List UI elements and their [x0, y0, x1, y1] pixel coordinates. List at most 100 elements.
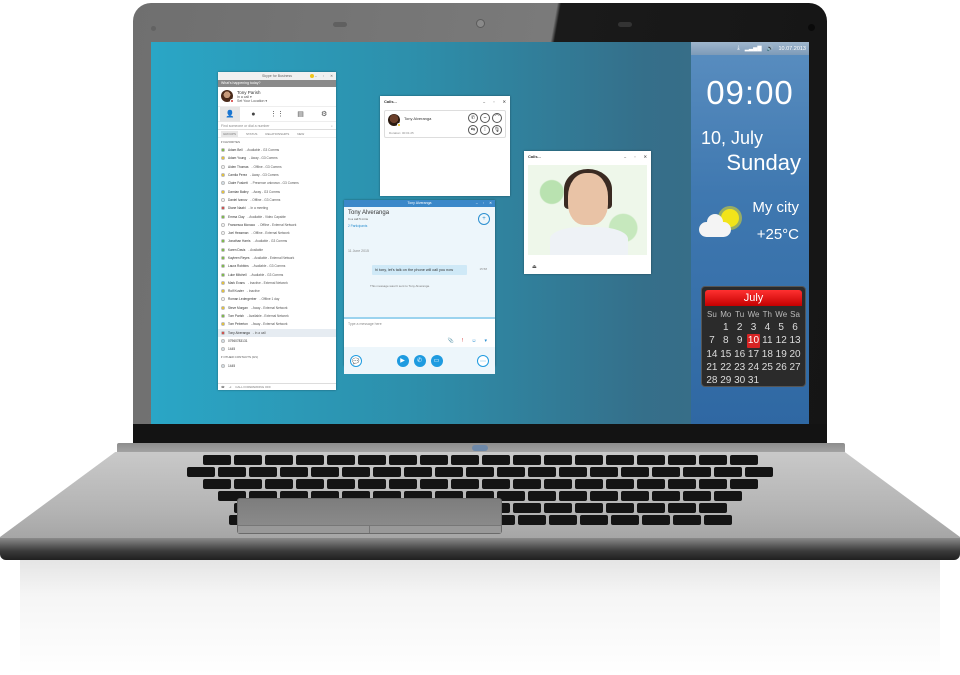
- keyboard-key[interactable]: [714, 467, 742, 477]
- calendar-day[interactable]: 19: [774, 348, 788, 361]
- conversations-tab-icon[interactable]: ●: [243, 111, 263, 118]
- calendar-day[interactable]: 30: [733, 374, 747, 387]
- keyboard-key[interactable]: [652, 491, 680, 501]
- keyboard-key[interactable]: [249, 467, 277, 477]
- emoticon-icon[interactable]: ☺: [471, 338, 476, 344]
- skype-main-window[interactable]: Skype for Business – ▫ ✕ What's happenin…: [218, 72, 336, 390]
- calendar-day[interactable]: 18: [760, 348, 774, 361]
- calendar-day-today[interactable]: 10: [746, 334, 761, 348]
- calendar-day[interactable]: 4: [760, 321, 774, 334]
- touchpad-right-button[interactable]: [369, 525, 501, 533]
- calendar-day[interactable]: 27: [788, 361, 802, 374]
- message-input[interactable]: Type a message here 📎 ! ☺ ▾: [344, 317, 495, 347]
- calendar-day[interactable]: 17: [747, 348, 761, 361]
- list-item[interactable]: Kayleen Reyes - Available - External Netw…: [218, 254, 336, 262]
- list-item[interactable]: Tony Alveranga - In a call: [218, 328, 336, 337]
- format-icon[interactable]: ▾: [484, 338, 487, 344]
- keyboard-key[interactable]: [714, 491, 742, 501]
- calendar-day[interactable]: 5: [774, 321, 788, 334]
- minimize-icon[interactable]: –: [624, 154, 626, 159]
- keyboard-key[interactable]: [729, 455, 758, 465]
- calendar-day[interactable]: 7: [705, 334, 719, 347]
- calendar-day[interactable]: 2: [733, 321, 747, 334]
- keyboard-key[interactable]: [641, 515, 670, 525]
- list-item[interactable]: Adam Young - Away - G3 Comms: [218, 154, 336, 162]
- calendar-day[interactable]: 29: [719, 374, 733, 387]
- dialpad-icon[interactable]: ⁞: [480, 125, 490, 135]
- phone-icon[interactable]: ✆: [468, 113, 478, 123]
- keyboard-key[interactable]: [202, 455, 231, 465]
- keyboard-key[interactable]: [667, 479, 696, 489]
- call-forwarding-status[interactable]: CALL FORWARDING OFF: [235, 385, 271, 389]
- list-item[interactable]: Roman Ledergerber - Offline 1 day: [218, 295, 336, 303]
- calendar-day[interactable]: 16: [733, 348, 747, 361]
- calendar-day[interactable]: 24: [747, 361, 761, 374]
- group-other-contacts[interactable]: ▾ OTHER CONTACTS (0/1): [218, 353, 336, 361]
- keyboard-key[interactable]: [672, 515, 701, 525]
- keyboard-key[interactable]: [543, 479, 572, 489]
- note-input[interactable]: What's happening today?: [218, 80, 336, 87]
- keyboard-key[interactable]: [548, 515, 577, 525]
- close-icon[interactable]: ✕: [644, 154, 647, 159]
- microphone-icon[interactable]: 🎙: [492, 125, 502, 135]
- list-item[interactable]: Emma Clay - Available - Video Capable: [218, 212, 336, 220]
- list-item[interactable]: Claire Foskett - Presence unknown - G3 Co…: [218, 179, 336, 187]
- keyboard-key[interactable]: [543, 455, 572, 465]
- calendar-day[interactable]: 31: [747, 374, 761, 387]
- list-item[interactable]: Jonathan Harris - Available - G3 Comms: [218, 237, 336, 245]
- keyboard-key[interactable]: [683, 467, 711, 477]
- keyboard-key[interactable]: [450, 455, 479, 465]
- list-item[interactable]: Steve Morgan - Away - External Network: [218, 304, 336, 312]
- im-icon[interactable]: 💬: [350, 354, 362, 367]
- list-item[interactable]: Damian Bailey - Away - G3 Comms: [218, 187, 336, 195]
- list-item[interactable]: Aiden Thomas - Offline - G3 Comms: [218, 163, 336, 171]
- list-item[interactable]: Francesca Monaco - Offline - External Net…: [218, 221, 336, 229]
- keyboard-key[interactable]: [667, 503, 696, 513]
- calendar-day[interactable]: 22: [719, 361, 733, 374]
- calendar-day[interactable]: 25: [760, 361, 774, 374]
- keyboard-key[interactable]: [543, 503, 572, 513]
- keyboard-key[interactable]: [388, 455, 417, 465]
- calendar-day[interactable]: 28: [705, 374, 719, 387]
- keyboard-key[interactable]: [703, 515, 732, 525]
- attachment-icon[interactable]: 📎: [448, 338, 454, 344]
- keyboard-key[interactable]: [264, 479, 293, 489]
- keyboard-key[interactable]: [280, 467, 308, 477]
- minimize-icon[interactable]: –: [315, 72, 317, 80]
- keyboard-key[interactable]: [419, 455, 448, 465]
- keyboard-key[interactable]: [295, 479, 324, 489]
- keyboard-key[interactable]: [636, 503, 665, 513]
- calendar-day[interactable]: 21: [705, 361, 719, 374]
- list-item[interactable]: Karen Davis - Available: [218, 246, 336, 254]
- participants-link[interactable]: 2 Participants: [348, 224, 491, 228]
- dialpad-icon[interactable]: ☎: [221, 385, 225, 389]
- list-item[interactable]: 07960783131: [218, 337, 336, 345]
- filter-new[interactable]: NEW: [297, 132, 304, 136]
- keyboard-key[interactable]: [698, 479, 727, 489]
- keyboard-key[interactable]: [528, 491, 556, 501]
- keyboard-key[interactable]: [512, 479, 541, 489]
- maximize-icon[interactable]: ▫: [634, 154, 635, 159]
- keyboard-key[interactable]: [295, 455, 324, 465]
- location-dropdown[interactable]: Set Your Location ▾: [237, 99, 267, 103]
- keyboard-key[interactable]: [264, 455, 293, 465]
- list-item[interactable]: Laura Robbins - Available - G3 Comms: [218, 262, 336, 270]
- keyboard-key[interactable]: [388, 479, 417, 489]
- keyboard-key[interactable]: [419, 479, 448, 489]
- list-item[interactable]: Daniel Ivanov - Offline - G3 Comms: [218, 196, 336, 204]
- list-item[interactable]: Adam Bell - Available - G3 Comms: [218, 146, 336, 154]
- calendar-day[interactable]: 8: [719, 334, 733, 347]
- calls-window[interactable]: Calls... – ▫ ✕ Tony Alveranga Duration: …: [380, 96, 510, 196]
- keyboard-key[interactable]: [636, 479, 665, 489]
- volume-icon[interactable]: 🔊: [767, 46, 774, 52]
- phone-tab-icon[interactable]: ⋮⋮: [267, 110, 287, 118]
- keyboard-key[interactable]: [605, 503, 634, 513]
- group-favorites[interactable]: ▾ FAVORITES: [218, 138, 336, 146]
- search-icon[interactable]: ⌕: [331, 124, 333, 128]
- presence-icon[interactable]: [310, 74, 314, 78]
- minimize-icon[interactable]: –: [483, 99, 485, 104]
- calendar-day[interactable]: 9: [733, 334, 747, 347]
- keyboard-key[interactable]: [466, 467, 494, 477]
- calendar-day[interactable]: 13: [788, 334, 802, 347]
- keyboard-key[interactable]: [636, 455, 665, 465]
